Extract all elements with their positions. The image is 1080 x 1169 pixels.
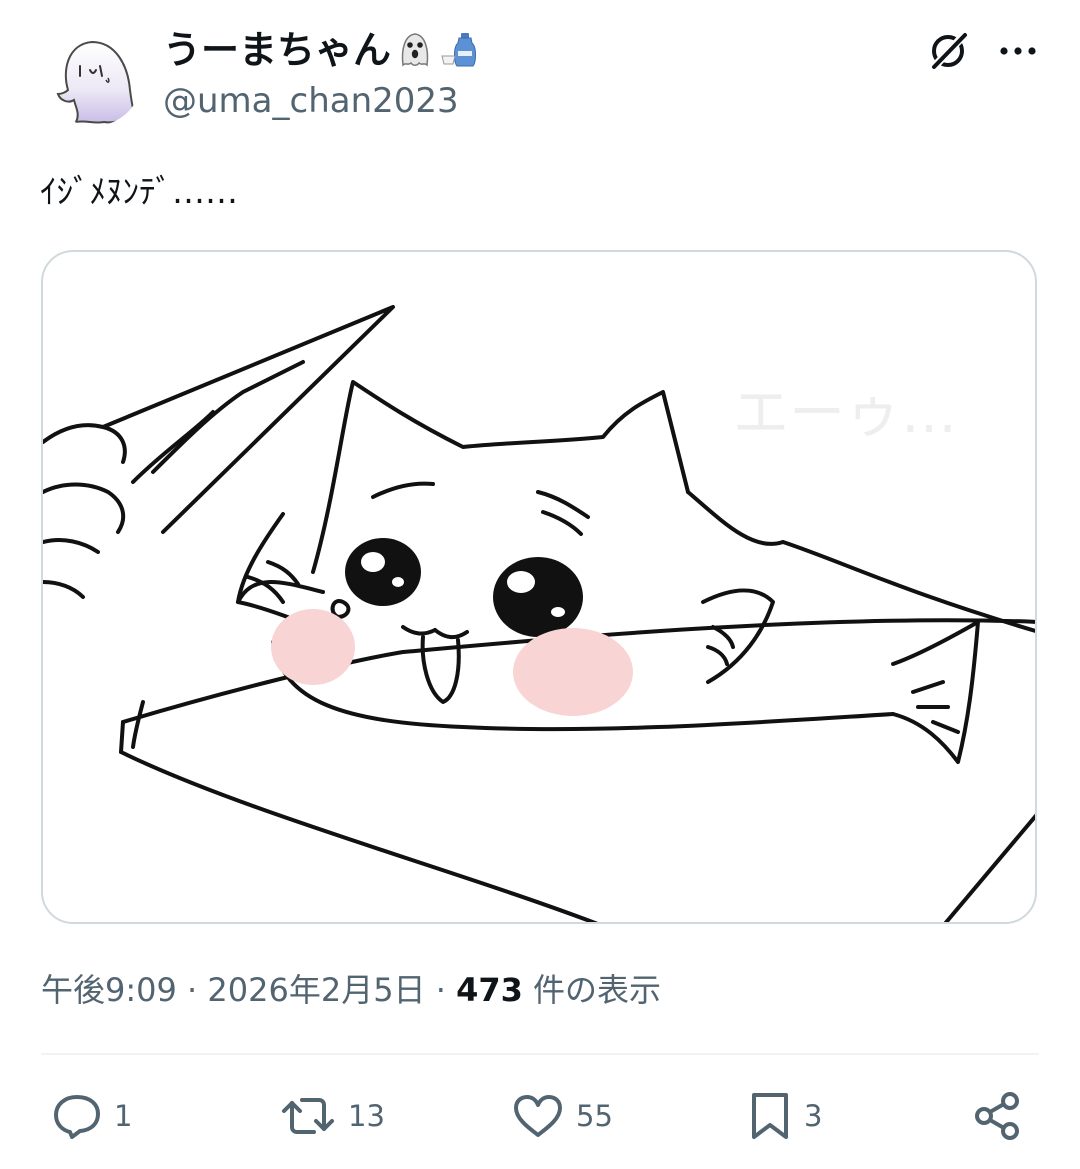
faint-image-text: エーゥ… xyxy=(733,381,957,446)
bookmark-icon xyxy=(752,1093,788,1139)
display-name[interactable]: うーまちゃん xyxy=(163,26,479,80)
tweet-header: うーまちゃん @uma_chan2023 xyxy=(0,0,1080,140)
more-options-button[interactable] xyxy=(990,26,1046,76)
reply-icon xyxy=(54,1095,100,1139)
views-label: 件の表示 xyxy=(533,971,662,1009)
divider xyxy=(41,1053,1039,1055)
tweet-image[interactable]: エーゥ… xyxy=(41,250,1037,924)
meta-separator: · xyxy=(187,971,198,1009)
reply-button[interactable]: 1 xyxy=(52,1090,132,1142)
fish-cat-drawing-icon: エーゥ… xyxy=(43,305,1035,922)
like-count: 55 xyxy=(576,1099,613,1133)
grok-button[interactable] xyxy=(920,26,976,76)
more-icon xyxy=(1000,47,1036,55)
share-button[interactable] xyxy=(972,1090,1024,1142)
avatar[interactable] xyxy=(46,30,142,126)
display-name-text: うーまちゃん xyxy=(163,28,392,72)
user-handle[interactable]: @uma_chan2023 xyxy=(163,80,459,122)
share-icon xyxy=(975,1092,1019,1140)
retweet-icon xyxy=(282,1098,334,1134)
retweet-button[interactable]: 13 xyxy=(280,1090,385,1142)
meta-separator: · xyxy=(435,971,446,1009)
grok-icon xyxy=(929,30,969,72)
like-button[interactable]: 55 xyxy=(512,1090,613,1142)
bookmark-count: 3 xyxy=(804,1099,823,1133)
views-count[interactable]: 473 xyxy=(456,971,523,1009)
tweet-date[interactable]: 2026年2月5日 xyxy=(207,971,425,1009)
like-icon xyxy=(514,1095,562,1137)
retweet-count: 13 xyxy=(348,1099,385,1133)
bookmark-button[interactable]: 3 xyxy=(748,1090,822,1142)
tweet-time[interactable]: 午後9:09 xyxy=(41,971,177,1009)
action-bar: 1 13 55 3 xyxy=(0,1080,1080,1152)
sake-emoji-icon xyxy=(439,29,479,80)
reply-count: 1 xyxy=(114,1099,133,1133)
tweet-text: ｲｼﾞﾒﾇﾝﾃﾞ…… xyxy=(40,172,238,211)
ghost-emoji-icon xyxy=(395,29,435,80)
ghost-avatar-icon xyxy=(46,30,142,126)
tweet-meta: 午後9:09 · 2026年2月5日 · 473 件の表示 xyxy=(41,966,661,1014)
